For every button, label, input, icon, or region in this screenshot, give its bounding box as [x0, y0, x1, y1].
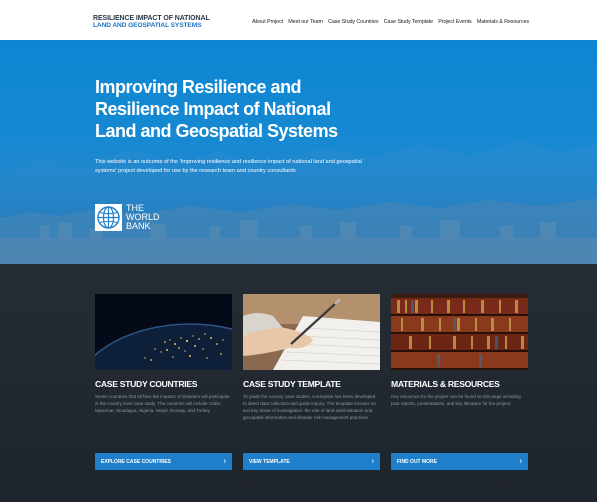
site-logo[interactable]: RESILIENCE IMPACT OF NATIONAL LAND AND G…: [93, 15, 210, 29]
button-label: EXPLORE CASE COUNTRIES: [101, 458, 172, 465]
world-bank-logo[interactable]: THE WORLD BANK: [95, 204, 160, 238]
features-section: CASE STUDY COUNTRIES Seven countries tha…: [0, 264, 597, 502]
logo-line-2: LAND AND GEOSPATIAL SYSTEMS: [93, 22, 202, 29]
card-case-study-countries: CASE STUDY COUNTRIES Seven countries tha…: [95, 294, 232, 414]
card-title: CASE STUDY TEMPLATE: [243, 379, 341, 389]
site-header: RESILIENCE IMPACT OF NATIONAL LAND AND G…: [0, 0, 597, 40]
library-bookshelves-image: [391, 294, 528, 370]
card-title: CASE STUDY COUNTRIES: [95, 379, 198, 389]
card-materials-resources: MATERIALS & RESOURCES Key resources for …: [391, 294, 528, 407]
view-template-button[interactable]: VIEW TEMPLATE ›: [243, 453, 380, 470]
hero-title-line: Improving Resilience and: [95, 77, 302, 97]
logo-line-1: RESILIENCE IMPACT OF NATIONAL: [93, 15, 210, 22]
button-label: VIEW TEMPLATE: [249, 458, 290, 465]
find-out-more-button[interactable]: FIND OUT MORE ›: [391, 453, 528, 470]
explore-case-countries-button[interactable]: EXPLORE CASE COUNTRIES ›: [95, 453, 232, 470]
chevron-right-icon: ›: [223, 458, 226, 465]
hand-writing-image: [243, 294, 380, 370]
nav-case-study-template[interactable]: Case Study Template: [384, 19, 433, 25]
chevron-right-icon: ›: [519, 458, 522, 465]
hero-description: This website is an outcome of the 'Impro…: [95, 159, 362, 174]
card-description: To guide the country case studies, a tem…: [243, 394, 376, 420]
nav-case-study-countries[interactable]: Case Study Countries: [328, 19, 379, 25]
earth-night-image: [95, 294, 232, 370]
logo-word: BANK: [126, 221, 151, 231]
world-bank-globe-icon: [95, 204, 122, 231]
main-nav: About Project Meet our Team Case Study C…: [252, 17, 529, 27]
hero-title-line: Resilience Impact of National: [95, 99, 331, 119]
button-label: FIND OUT MORE: [397, 458, 437, 465]
card-case-study-template: CASE STUDY TEMPLATE To guide the country…: [243, 294, 380, 421]
card-title: MATERIALS & RESOURCES: [391, 379, 500, 389]
world-bank-wordmark: THE WORLD BANK: [126, 204, 160, 231]
nav-materials-resources[interactable]: Materials & Resources: [477, 19, 529, 25]
hero-title-line: Land and Geospatial Systems: [95, 121, 338, 141]
hero-section: Improving Resilience and Resilience Impa…: [0, 40, 597, 264]
hero-background-image: [0, 140, 597, 264]
nav-meet-our-team[interactable]: Meet our Team: [288, 19, 323, 25]
nav-about-project[interactable]: About Project: [252, 19, 283, 25]
card-description: Seven countries that all face the impact…: [95, 394, 230, 413]
nav-project-events[interactable]: Project Events: [438, 19, 471, 25]
chevron-right-icon: ›: [371, 458, 374, 465]
hero-title: Improving Resilience and Resilience Impa…: [95, 76, 375, 142]
card-description: Key resources for the project can be fou…: [391, 394, 521, 406]
